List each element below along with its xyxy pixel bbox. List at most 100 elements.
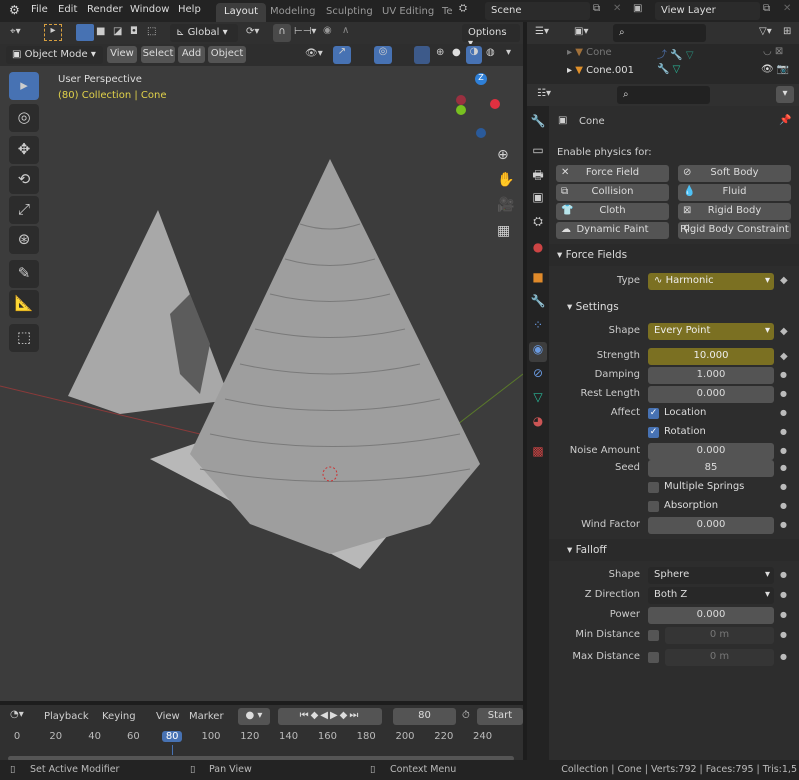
tool-scale[interactable]: ⤢ xyxy=(9,196,39,224)
falloff-curve-icon[interactable]: ∧ xyxy=(342,25,349,36)
damping-field[interactable]: 1.000 xyxy=(648,367,774,384)
physics-button-cloth[interactable]: 👕 Cloth xyxy=(556,203,669,220)
gizmo-x-axis[interactable] xyxy=(490,99,500,109)
overlay-toggle-icon[interactable]: ◎ xyxy=(374,46,392,64)
tool-select-box[interactable]: ▸ xyxy=(9,72,39,100)
wind-factor-field[interactable]: 0.000 xyxy=(648,517,774,534)
select-mode-extend-icon[interactable]: ■ xyxy=(96,26,105,37)
tab-modeling[interactable]: Modeling xyxy=(262,3,324,22)
snap-target-icon[interactable]: ⊢⊣▾ xyxy=(294,26,316,37)
physics-button-collision[interactable]: ⧉ Collision xyxy=(556,184,669,201)
keyframe-icon[interactable]: ◆ xyxy=(780,326,788,337)
timeline-editor-icon[interactable]: ◔▾ xyxy=(10,709,24,720)
tab-output-icon[interactable]: 🖶 xyxy=(529,166,547,186)
menu-object[interactable]: Object xyxy=(208,46,246,63)
playback-controls[interactable]: ⏮◆◀▶◆⏭ xyxy=(278,708,382,725)
physics-button-fluid[interactable]: 💧 Fluid xyxy=(678,184,791,201)
rendered-shading-icon[interactable]: ◍ xyxy=(486,47,495,58)
select-mode-new-icon[interactable] xyxy=(76,24,94,41)
gizmo-toggle-icon[interactable]: ↗ xyxy=(333,46,351,64)
menu-select[interactable]: Select xyxy=(141,46,175,63)
new-scene-icon[interactable]: ⧉ xyxy=(593,3,600,14)
noise-amount-field[interactable]: 0.000 xyxy=(648,443,774,460)
seed-field[interactable]: 85 xyxy=(648,460,774,477)
tab-object-icon[interactable]: ■ xyxy=(529,270,547,290)
auto-keying-button[interactable]: ● ▾ xyxy=(238,708,270,725)
menu-view[interactable]: View xyxy=(107,46,137,63)
min-distance-checkbox[interactable] xyxy=(648,630,659,641)
delete-view-layer-icon[interactable]: ✕ xyxy=(783,3,791,14)
select-mode-subtract-icon[interactable]: ◪ xyxy=(113,26,122,37)
pan-view-icon[interactable]: ✋ xyxy=(497,172,514,188)
hidden-icon[interactable]: ◡ ⊠ xyxy=(763,46,783,57)
z-direction-field[interactable]: Both Z ▾ xyxy=(648,587,774,604)
xray-toggle-icon[interactable] xyxy=(414,46,430,64)
gizmo-z-axis[interactable]: Z xyxy=(475,73,487,85)
force-fields-panel-header[interactable]: ▾ Force Fields xyxy=(549,244,799,266)
start-frame-field[interactable]: Start xyxy=(477,708,523,725)
settings-subpanel-header[interactable]: ▾ Settings xyxy=(549,296,799,318)
animate-property-icon[interactable]: ● xyxy=(780,520,787,529)
rotation-checkbox[interactable]: ✓ xyxy=(648,427,659,438)
stopwatch-icon[interactable]: ⏱ xyxy=(462,710,470,721)
tab-layout[interactable]: Layout xyxy=(216,3,266,22)
type-dropdown[interactable]: ∿ Harmonic ▾ xyxy=(648,273,774,290)
menu-playback[interactable]: Playback xyxy=(44,711,89,722)
properties-editor-icon[interactable]: ☷▾ xyxy=(537,88,551,99)
delete-scene-icon[interactable]: ✕ xyxy=(613,3,621,14)
outliner-item[interactable]: ▸ ▼ Cone.001 xyxy=(567,65,634,76)
gizmo-neg-x[interactable] xyxy=(456,95,466,105)
animate-property-icon[interactable]: ● xyxy=(780,370,787,379)
timeline[interactable]: ◔▾ Playback Keying View Marker ● ▾ ⏮◆◀▶◆… xyxy=(0,705,523,761)
scene-icon[interactable]: ⛭ xyxy=(459,3,467,14)
tool-move[interactable]: ✥ xyxy=(9,136,39,164)
animate-property-icon[interactable]: ● xyxy=(780,570,787,579)
select-tool-icon[interactable]: ▸ xyxy=(44,24,62,41)
pivot-point-icon[interactable]: ⟳▾ xyxy=(246,26,259,37)
tab-view-layer-icon[interactable]: ▣ xyxy=(529,190,547,210)
zoom-view-icon[interactable]: ⊕ xyxy=(497,147,509,163)
solid-shading-icon[interactable]: ● xyxy=(452,47,461,58)
location-checkbox[interactable]: ✓ xyxy=(648,408,659,419)
snap-icon[interactable]: ∩ xyxy=(273,24,291,42)
physics-button-rigid-body-constraint[interactable]: ⚲ Rigid Body Constraint xyxy=(678,222,791,239)
menu-help[interactable]: Help xyxy=(178,4,201,15)
3d-viewport[interactable]: User Perspective (80) Collection | Cone … xyxy=(0,44,523,701)
visibility-icon[interactable]: 👁▾ xyxy=(305,48,323,59)
animate-property-icon[interactable]: ● xyxy=(780,652,787,661)
physics-button-soft-body[interactable]: ⊘ Soft Body xyxy=(678,165,791,182)
tool-annotate[interactable]: ✎ xyxy=(9,260,39,288)
visibility-eye-icon[interactable]: 👁 📷 xyxy=(761,64,789,75)
menu-timeline-view[interactable]: View xyxy=(156,711,180,722)
gizmo-y-axis[interactable] xyxy=(456,105,466,115)
power-field[interactable]: 0.000 xyxy=(648,607,774,624)
transform-orientation-dropdown[interactable]: ⊾ Global ▾ xyxy=(170,24,238,42)
tool-measure[interactable]: 📐 xyxy=(9,290,39,318)
pin-icon[interactable]: 📌 xyxy=(779,115,791,126)
display-mode-icon[interactable]: ▣▾ xyxy=(574,26,588,37)
menu-marker[interactable]: Marker xyxy=(189,711,224,722)
view-layer-icon[interactable]: ▣ xyxy=(633,3,642,14)
camera-view-icon[interactable]: 🎥 xyxy=(497,197,514,213)
animate-property-icon[interactable]: ● xyxy=(780,610,787,619)
tab-tool-icon[interactable]: 🔧 xyxy=(529,114,547,134)
properties-options-button[interactable]: ▾ xyxy=(776,86,794,103)
tool-cursor[interactable]: ◎ xyxy=(9,104,39,132)
tool-rotate[interactable]: ⟲ xyxy=(9,166,39,194)
gizmo-neg-z[interactable] xyxy=(476,128,486,138)
tab-particles-icon[interactable]: ⁘ xyxy=(529,318,547,338)
min-distance-field[interactable]: 0 m xyxy=(665,627,774,644)
menu-file[interactable]: File xyxy=(31,4,48,15)
new-view-layer-icon[interactable]: ⧉ xyxy=(763,3,770,14)
tab-texture-icon[interactable]: ▩ xyxy=(529,444,547,464)
select-mode-intersect-icon[interactable]: ⬚ xyxy=(147,26,156,37)
select-mode-invert-icon[interactable]: ◘ xyxy=(130,26,138,37)
multiple-springs-checkbox[interactable] xyxy=(648,482,659,493)
physics-button-force-field[interactable]: ✕ Force Field xyxy=(556,165,669,182)
shape-field[interactable]: Every Point ▾ xyxy=(648,323,774,340)
outliner-editor-icon[interactable]: ☰▾ xyxy=(535,26,549,37)
current-frame-field[interactable]: 80 xyxy=(393,708,456,725)
tab-physics-icon[interactable]: ◉ xyxy=(529,342,547,362)
tab-uv-editing[interactable]: UV Editing xyxy=(374,3,442,22)
animate-property-icon[interactable]: ● xyxy=(780,590,787,599)
